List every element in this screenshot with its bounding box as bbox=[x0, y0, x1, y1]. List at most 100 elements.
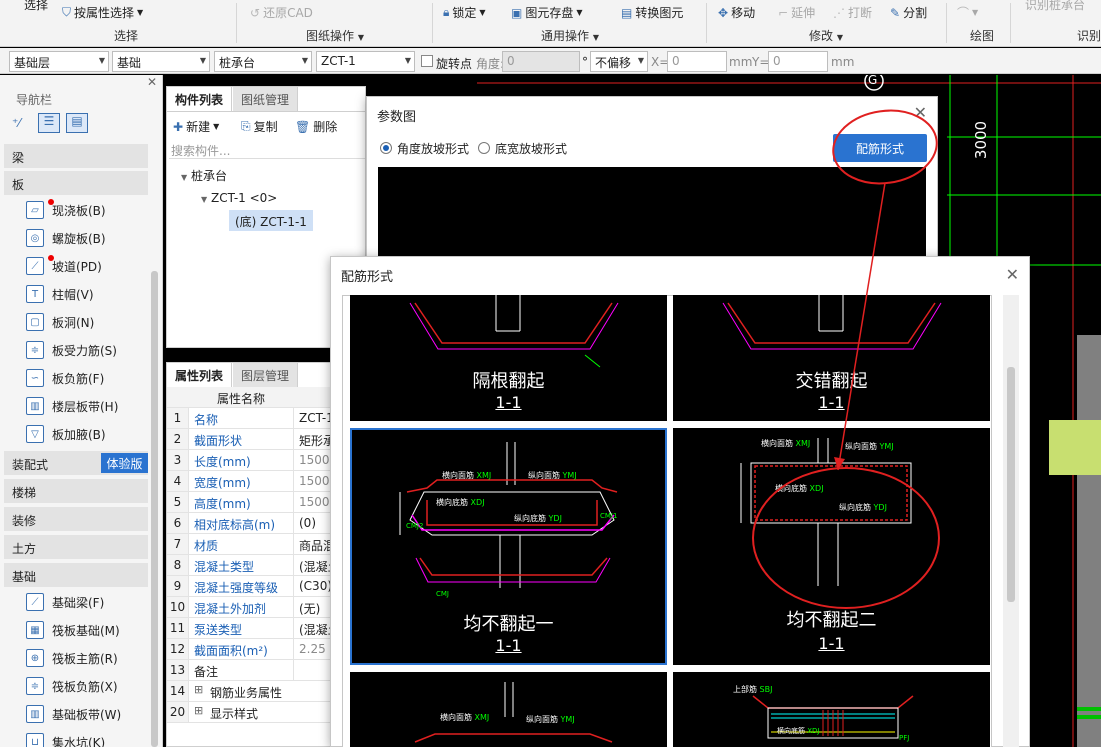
x-input[interactable]: 0 bbox=[667, 51, 727, 72]
nav-category-stairs[interactable]: 楼梯 bbox=[4, 479, 148, 503]
split-label: 分割 bbox=[903, 6, 928, 20]
tree-node-root[interactable]: ▼ 桩承台 bbox=[181, 167, 227, 184]
property-row-number: 4 bbox=[167, 471, 189, 491]
save-element-button[interactable]: ▣ 图元存盘 ▼ bbox=[511, 4, 583, 21]
nav-item-spiral-slab[interactable]: ◎ 螺旋板(B) bbox=[26, 229, 106, 247]
component-select[interactable]: ZCT-1 ▼ bbox=[316, 51, 415, 72]
nav-category-foundation[interactable]: 基础 bbox=[4, 563, 148, 587]
new-badge-dot bbox=[48, 199, 54, 205]
property-name: 名称 bbox=[194, 413, 219, 427]
nav-item-foundation-beam[interactable]: ⟋ 基础梁(F) bbox=[26, 593, 104, 611]
rotate-point-checkbox[interactable] bbox=[421, 55, 433, 67]
chevron-down-icon: ▼ bbox=[637, 56, 644, 65]
list-view-icon[interactable]: ☰ bbox=[38, 113, 60, 133]
break-button[interactable]: ⋰ 打断 bbox=[833, 4, 872, 21]
copy-component-button[interactable]: ⎘ 复制 bbox=[241, 118, 278, 135]
angle-input[interactable]: 0 bbox=[502, 51, 580, 72]
radio-width-slope[interactable] bbox=[478, 142, 490, 154]
select-by-attr-button[interactable]: ⛉ 按属性选择 ▼ bbox=[62, 4, 143, 21]
pile-cap-element[interactable] bbox=[1049, 420, 1101, 475]
rebar-option-no-bend-1-selected[interactable]: 横向面筋 XMJ 纵向面筋 YMJ 横向底筋 XDJ 纵向底筋 YDJ CMJ1… bbox=[350, 428, 667, 665]
trial-badge: 体验版 bbox=[101, 453, 148, 473]
label-side-code-2: CMJ2 bbox=[406, 522, 424, 530]
restore-cad-button[interactable]: ↺ 还原CAD bbox=[250, 4, 313, 21]
extend-button[interactable]: ⌐ 延伸 bbox=[778, 4, 815, 21]
y-input[interactable]: 0 bbox=[768, 51, 828, 72]
rebar-option-no-bend-2[interactable]: 横向面筋 XMJ 纵向面筋 YMJ 横向底筋 XDJ 纵向底筋 YDJ 均不翻起… bbox=[673, 428, 990, 665]
rebar-option-row3-left[interactable]: 横向面筋 XMJ 纵向面筋 YMJ bbox=[350, 672, 667, 747]
category-select[interactable]: 基础 ▼ bbox=[112, 51, 210, 72]
split-button[interactable]: ✎ 分割 bbox=[890, 4, 927, 21]
tab-component-list[interactable]: 构件列表 bbox=[167, 87, 233, 111]
group-label-modify[interactable]: 修改 ▼ bbox=[809, 27, 843, 44]
label-code: SBJ bbox=[759, 685, 773, 694]
close-icon[interactable]: ✕ bbox=[147, 75, 157, 89]
nav-item-foundation-band[interactable]: ▥ 基础板带(W) bbox=[26, 705, 121, 723]
floor-select[interactable]: 基础层 ▼ bbox=[9, 51, 109, 72]
y-label: Y= bbox=[752, 55, 770, 69]
expand-icon[interactable]: ⊞ bbox=[194, 683, 203, 696]
tab-property-list[interactable]: 属性列表 bbox=[167, 363, 233, 387]
lock-button[interactable]: 🔒︎ 锁定 ▼ bbox=[443, 4, 486, 21]
param-dialog: 参数图 ✕ 角度放坡形式 底宽放坡形式 bbox=[366, 96, 938, 277]
pin-icon[interactable]: ⁺⁄ bbox=[12, 116, 20, 130]
rebar-option-row3-right[interactable]: 上部筋 SBJ 横向底筋 XDJ PFJ bbox=[673, 672, 990, 747]
tree-node-leaf-selected[interactable]: (底) ZCT-1-1 bbox=[229, 210, 313, 231]
rebar-form-button[interactable]: 配筋形式 bbox=[833, 134, 927, 162]
convert-element-label: 转换图元 bbox=[635, 6, 684, 20]
new-component-button[interactable]: ✚ 新建 ▼ bbox=[173, 118, 219, 135]
nav-item-sump[interactable]: ⊔ 集水坑(K) bbox=[26, 733, 105, 747]
label-text: 纵向底筋 bbox=[514, 514, 546, 523]
nav-item-raft-neg-rebar[interactable]: ≑ 筏板负筋(X) bbox=[26, 677, 118, 695]
nav-scrollbar[interactable] bbox=[151, 271, 158, 747]
type-select[interactable]: 桩承台 ▼ bbox=[214, 51, 312, 72]
tab-drawing-manage[interactable]: 图纸管理 bbox=[233, 87, 299, 111]
nav-item-slab-hole[interactable]: ▢ 板洞(N) bbox=[26, 313, 94, 331]
nav-category-slab[interactable]: 板 bbox=[4, 171, 148, 195]
convert-element-button[interactable]: ▤ 转换图元 bbox=[621, 4, 683, 21]
nav-category-earthwork[interactable]: 土方 bbox=[4, 535, 148, 559]
rebar-option-staggered[interactable]: 交错翻起 1-1 bbox=[673, 295, 990, 421]
foundation-beam-icon: ⟋ bbox=[26, 593, 44, 611]
move-button[interactable]: ✥ 移动 bbox=[718, 4, 755, 21]
select-button[interactable]: 选择 bbox=[24, 0, 48, 13]
offset-select[interactable]: 不偏移 ▼ bbox=[590, 51, 648, 72]
chevron-down-icon: ▼ bbox=[199, 56, 206, 65]
nav-item-slab-rebar[interactable]: ≑ 板受力筋(S) bbox=[26, 341, 117, 359]
close-icon[interactable]: ✕ bbox=[914, 103, 927, 122]
divider bbox=[167, 111, 367, 112]
radio-angle-slope[interactable] bbox=[380, 142, 392, 154]
detail-view-icon[interactable]: ▤ bbox=[66, 113, 88, 133]
recognize-cap-button[interactable]: 识别桩承台 bbox=[1025, 0, 1085, 13]
break-label: 打断 bbox=[848, 6, 873, 20]
tab-layer-manage[interactable]: 图层管理 bbox=[233, 363, 299, 387]
group-label-drawing-ops[interactable]: 图纸操作 ▼ bbox=[306, 27, 364, 44]
rebar-option-alternate-root[interactable]: 隔根翻起 1-1 bbox=[350, 295, 667, 421]
slab-icon: ▱ bbox=[26, 201, 44, 219]
nav-item-slab-neg-rebar[interactable]: ∽ 板负筋(F) bbox=[26, 369, 104, 387]
nav-item-raft[interactable]: ▦ 筏板基础(M) bbox=[26, 621, 120, 639]
nav-item-floor-band[interactable]: ▥ 楼层板带(H) bbox=[26, 397, 118, 415]
y-value: 0 bbox=[773, 54, 781, 68]
gallery-scrollbar-thumb[interactable] bbox=[1007, 367, 1015, 602]
expand-icon[interactable]: ⊞ bbox=[194, 704, 203, 717]
nav-item-column-cap[interactable]: T 柱帽(V) bbox=[26, 285, 94, 303]
nav-category-beam[interactable]: 梁 bbox=[4, 144, 148, 168]
nav-item-slab-haunch[interactable]: ▽ 板加腋(B) bbox=[26, 425, 106, 443]
nav-item-ramp[interactable]: ⟋ 坡道(PD) bbox=[26, 257, 102, 275]
property-name: 截面面积(m²) bbox=[194, 644, 268, 658]
search-input[interactable]: 搜索构件... bbox=[169, 139, 365, 159]
nav-item-raft-main-rebar[interactable]: ⊕ 筏板主筋(R) bbox=[26, 649, 118, 667]
property-name: 宽度(mm) bbox=[194, 476, 251, 490]
delete-icon: 🗑︎ bbox=[295, 119, 311, 134]
nav-item-cast-slab[interactable]: ▱ 现浇板(B) bbox=[26, 201, 106, 219]
group-label-common-ops[interactable]: 通用操作 ▼ bbox=[541, 27, 599, 44]
floor-value: 基础层 bbox=[14, 56, 51, 70]
close-icon[interactable]: ✕ bbox=[1006, 265, 1019, 284]
nav-category-decoration[interactable]: 装修 bbox=[4, 507, 148, 531]
nav-item-label: 板受力筋(S) bbox=[52, 343, 117, 358]
delete-component-button[interactable]: 🗑︎ 删除 bbox=[295, 118, 337, 135]
arc-draw-button[interactable]: ⌒ ▼ bbox=[957, 4, 978, 21]
group-label-recognize: 识别 bbox=[1077, 29, 1101, 43]
tree-node-child[interactable]: ▼ ZCT-1 <0> bbox=[201, 191, 277, 205]
